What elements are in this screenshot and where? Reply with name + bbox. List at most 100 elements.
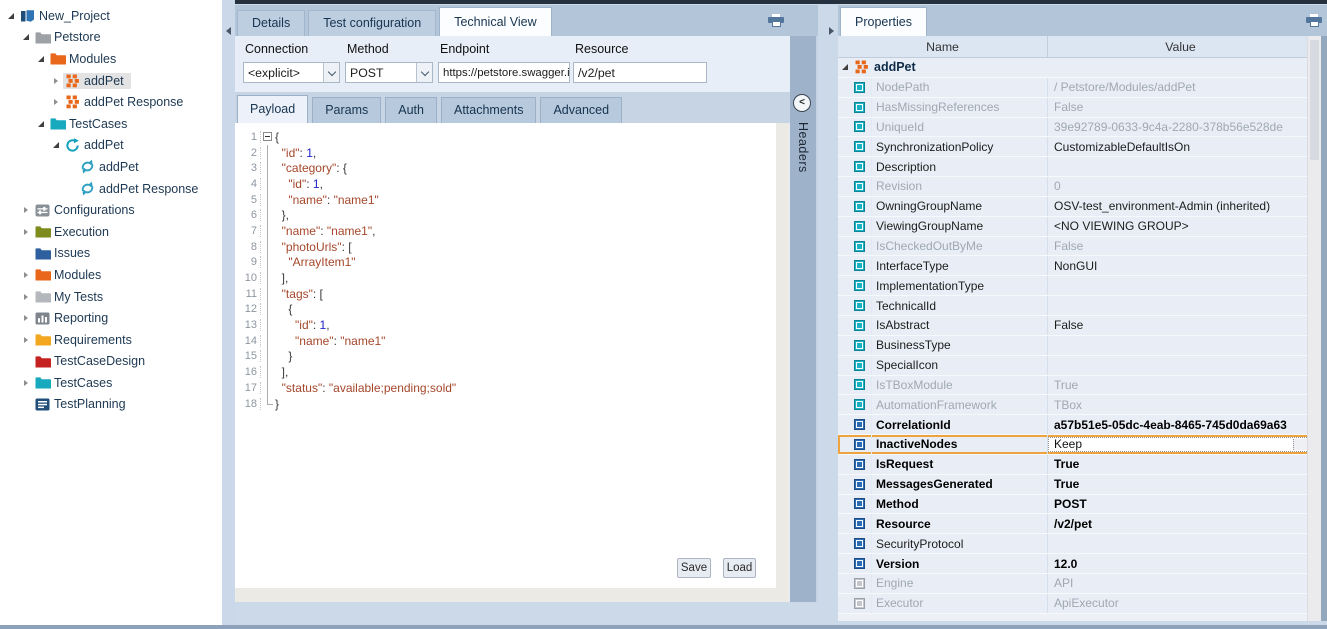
property-row-owninggroupname[interactable]: OwningGroupNameOSV-test_environment-Admi… — [838, 197, 1313, 217]
property-row-nodepath[interactable]: NodePath/ Petstore/Modules/addPet — [838, 78, 1313, 98]
collapse-icon[interactable] — [838, 64, 854, 70]
chevron-down-icon[interactable] — [323, 63, 339, 82]
tree-item-body[interactable]: TestPlanning — [33, 396, 133, 412]
tree-item-body[interactable]: addPet — [63, 137, 131, 154]
property-value[interactable]: /v2/pet — [1048, 517, 1313, 531]
property-row-engine[interactable]: EngineAPI — [838, 574, 1313, 594]
property-row-securityprotocol[interactable]: SecurityProtocol — [838, 534, 1313, 554]
tree-item-body[interactable]: Modules — [48, 51, 123, 67]
expand-icon[interactable] — [49, 99, 63, 105]
headers-collapsed-panel[interactable]: < Headers — [790, 36, 816, 602]
tree-item-addpet[interactable]: addPet — [0, 156, 222, 178]
property-row-specialicon[interactable]: SpecialIcon — [838, 356, 1313, 376]
property-row-ischeckedoutbyme[interactable]: IsCheckedOutByMeFalse — [838, 237, 1313, 257]
column-header-name[interactable]: Name — [838, 36, 1048, 57]
property-value[interactable]: False — [1048, 318, 1313, 332]
property-value[interactable]: / Petstore/Modules/addPet — [1048, 80, 1313, 94]
property-value[interactable]: True — [1048, 457, 1313, 471]
tree-item-body[interactable]: New_Project — [18, 8, 117, 24]
tree-item-requirements[interactable]: Requirements — [0, 329, 222, 351]
tree-item-body[interactable]: addPet — [78, 158, 146, 175]
tree-item-addpet-response[interactable]: addPet Response — [0, 178, 222, 200]
property-value[interactable]: API — [1048, 576, 1313, 590]
property-value[interactable]: 39e92789-0633-9c4a-2280-378b56e528de — [1048, 120, 1313, 134]
tree-item-testcasedesign[interactable]: TestCaseDesign — [0, 351, 222, 373]
property-value[interactable]: False — [1048, 239, 1313, 253]
property-row-hasmissingreferences[interactable]: HasMissingReferencesFalse — [838, 98, 1313, 118]
expand-headers-icon[interactable]: < — [793, 94, 811, 112]
property-row-technicalid[interactable]: TechnicalId — [838, 296, 1313, 316]
tab-attachments[interactable]: Attachments — [441, 97, 536, 123]
property-row-isabstract[interactable]: IsAbstractFalse — [838, 316, 1313, 336]
collapse-icon[interactable] — [19, 34, 33, 40]
chevron-down-icon[interactable] — [416, 63, 432, 82]
property-row-inactivenodes[interactable]: InactiveNodesKeep — [838, 435, 1313, 455]
property-value[interactable]: False — [1048, 100, 1313, 114]
print-icon[interactable] — [1306, 14, 1322, 32]
tree-item-configurations[interactable]: Configurations — [0, 199, 222, 221]
tree-item-reporting[interactable]: Reporting — [0, 307, 222, 329]
collapse-icon[interactable] — [49, 142, 63, 148]
tree-item-body[interactable]: Petstore — [33, 29, 108, 45]
tree-item-body[interactable]: TestCases — [33, 375, 119, 391]
property-value[interactable]: <NO VIEWING GROUP> — [1048, 219, 1313, 233]
expand-icon[interactable] — [19, 207, 33, 213]
property-row-synchronizationpolicy[interactable]: SynchronizationPolicyCustomizableDefault… — [838, 137, 1313, 157]
tree-splitter[interactable] — [222, 0, 235, 625]
expand-icon[interactable] — [49, 78, 63, 84]
property-value[interactable]: True — [1048, 378, 1313, 392]
tree-item-testcases[interactable]: TestCases — [0, 372, 222, 394]
collapse-icon[interactable] — [4, 13, 18, 19]
tree-item-body[interactable]: TestCaseDesign — [33, 353, 152, 369]
collapse-icon[interactable] — [34, 56, 48, 62]
connection-select[interactable]: <explicit> — [243, 62, 340, 83]
tree-item-body[interactable]: Requirements — [33, 332, 139, 348]
tree-item-body[interactable]: TestCases — [48, 116, 134, 132]
tree-item-modules[interactable]: Modules — [0, 48, 222, 70]
load-button[interactable]: Load — [723, 558, 756, 578]
expand-icon[interactable] — [19, 229, 33, 235]
property-row-resource[interactable]: Resource/v2/pet — [838, 514, 1313, 534]
property-value[interactable]: POST — [1048, 497, 1313, 511]
collapse-icon[interactable] — [34, 121, 48, 127]
payload-editor[interactable]: 1{2 "id": 1,3 "category": {4 "id": 1,5 "… — [235, 123, 776, 588]
tree-item-petstore[interactable]: Petstore — [0, 27, 222, 49]
tree-item-body[interactable]: addPet — [63, 73, 131, 89]
save-button[interactable]: Save — [677, 558, 711, 578]
tree-item-body[interactable]: Execution — [33, 224, 116, 240]
tree-item-body[interactable]: addPet Response — [78, 180, 205, 197]
expand-icon[interactable] — [19, 337, 33, 343]
tree-item-body[interactable]: addPet Response — [63, 94, 190, 110]
method-select[interactable]: POST — [345, 62, 433, 83]
resource-input[interactable]: /v2/pet — [573, 62, 707, 83]
tree-item-execution[interactable]: Execution — [0, 221, 222, 243]
endpoint-input[interactable]: https://petstore.swagger.io — [438, 62, 570, 83]
tree-item-body[interactable]: Modules — [33, 267, 108, 283]
property-row-businesstype[interactable]: BusinessType — [838, 336, 1313, 356]
tree-item-body[interactable]: Configurations — [33, 202, 142, 218]
editor-vertical-scrollbar[interactable] — [776, 123, 789, 588]
property-row-uniqueid[interactable]: UniqueId39e92789-0633-9c4a-2280-378b56e5… — [838, 118, 1313, 138]
tree-item-addpet[interactable]: addPet — [0, 135, 222, 157]
column-header-value[interactable]: Value — [1048, 36, 1313, 57]
tree-item-testcases[interactable]: TestCases — [0, 113, 222, 135]
tab-technical-view[interactable]: Technical View — [439, 7, 551, 36]
properties-scrollbar[interactable] — [1307, 36, 1321, 621]
property-value[interactable]: 12.0 — [1048, 557, 1313, 571]
property-value[interactable]: OSV-test_environment-Admin (inherited) — [1048, 199, 1313, 213]
scrollbar-thumb[interactable] — [1310, 40, 1319, 160]
property-row-version[interactable]: Version12.0 — [838, 554, 1313, 574]
tree-item-new-project[interactable]: New_Project — [0, 5, 222, 27]
expand-icon[interactable] — [19, 380, 33, 386]
property-row-messagesgenerated[interactable]: MessagesGeneratedTrue — [838, 475, 1313, 495]
property-row-description[interactable]: Description — [838, 157, 1313, 177]
property-row-method[interactable]: MethodPOST — [838, 495, 1313, 515]
property-row-automationframework[interactable]: AutomationFrameworkTBox — [838, 395, 1313, 415]
property-value[interactable]: NonGUI — [1048, 259, 1313, 273]
property-value[interactable]: TBox — [1048, 398, 1313, 412]
property-row-istboxmodule[interactable]: IsTBoxModuleTrue — [838, 376, 1313, 396]
tree-item-testplanning[interactable]: TestPlanning — [0, 394, 222, 416]
property-row-interfacetype[interactable]: InterfaceTypeNonGUI — [838, 256, 1313, 276]
property-row-isrequest[interactable]: IsRequestTrue — [838, 455, 1313, 475]
tree-item-body[interactable]: Reporting — [33, 310, 115, 326]
